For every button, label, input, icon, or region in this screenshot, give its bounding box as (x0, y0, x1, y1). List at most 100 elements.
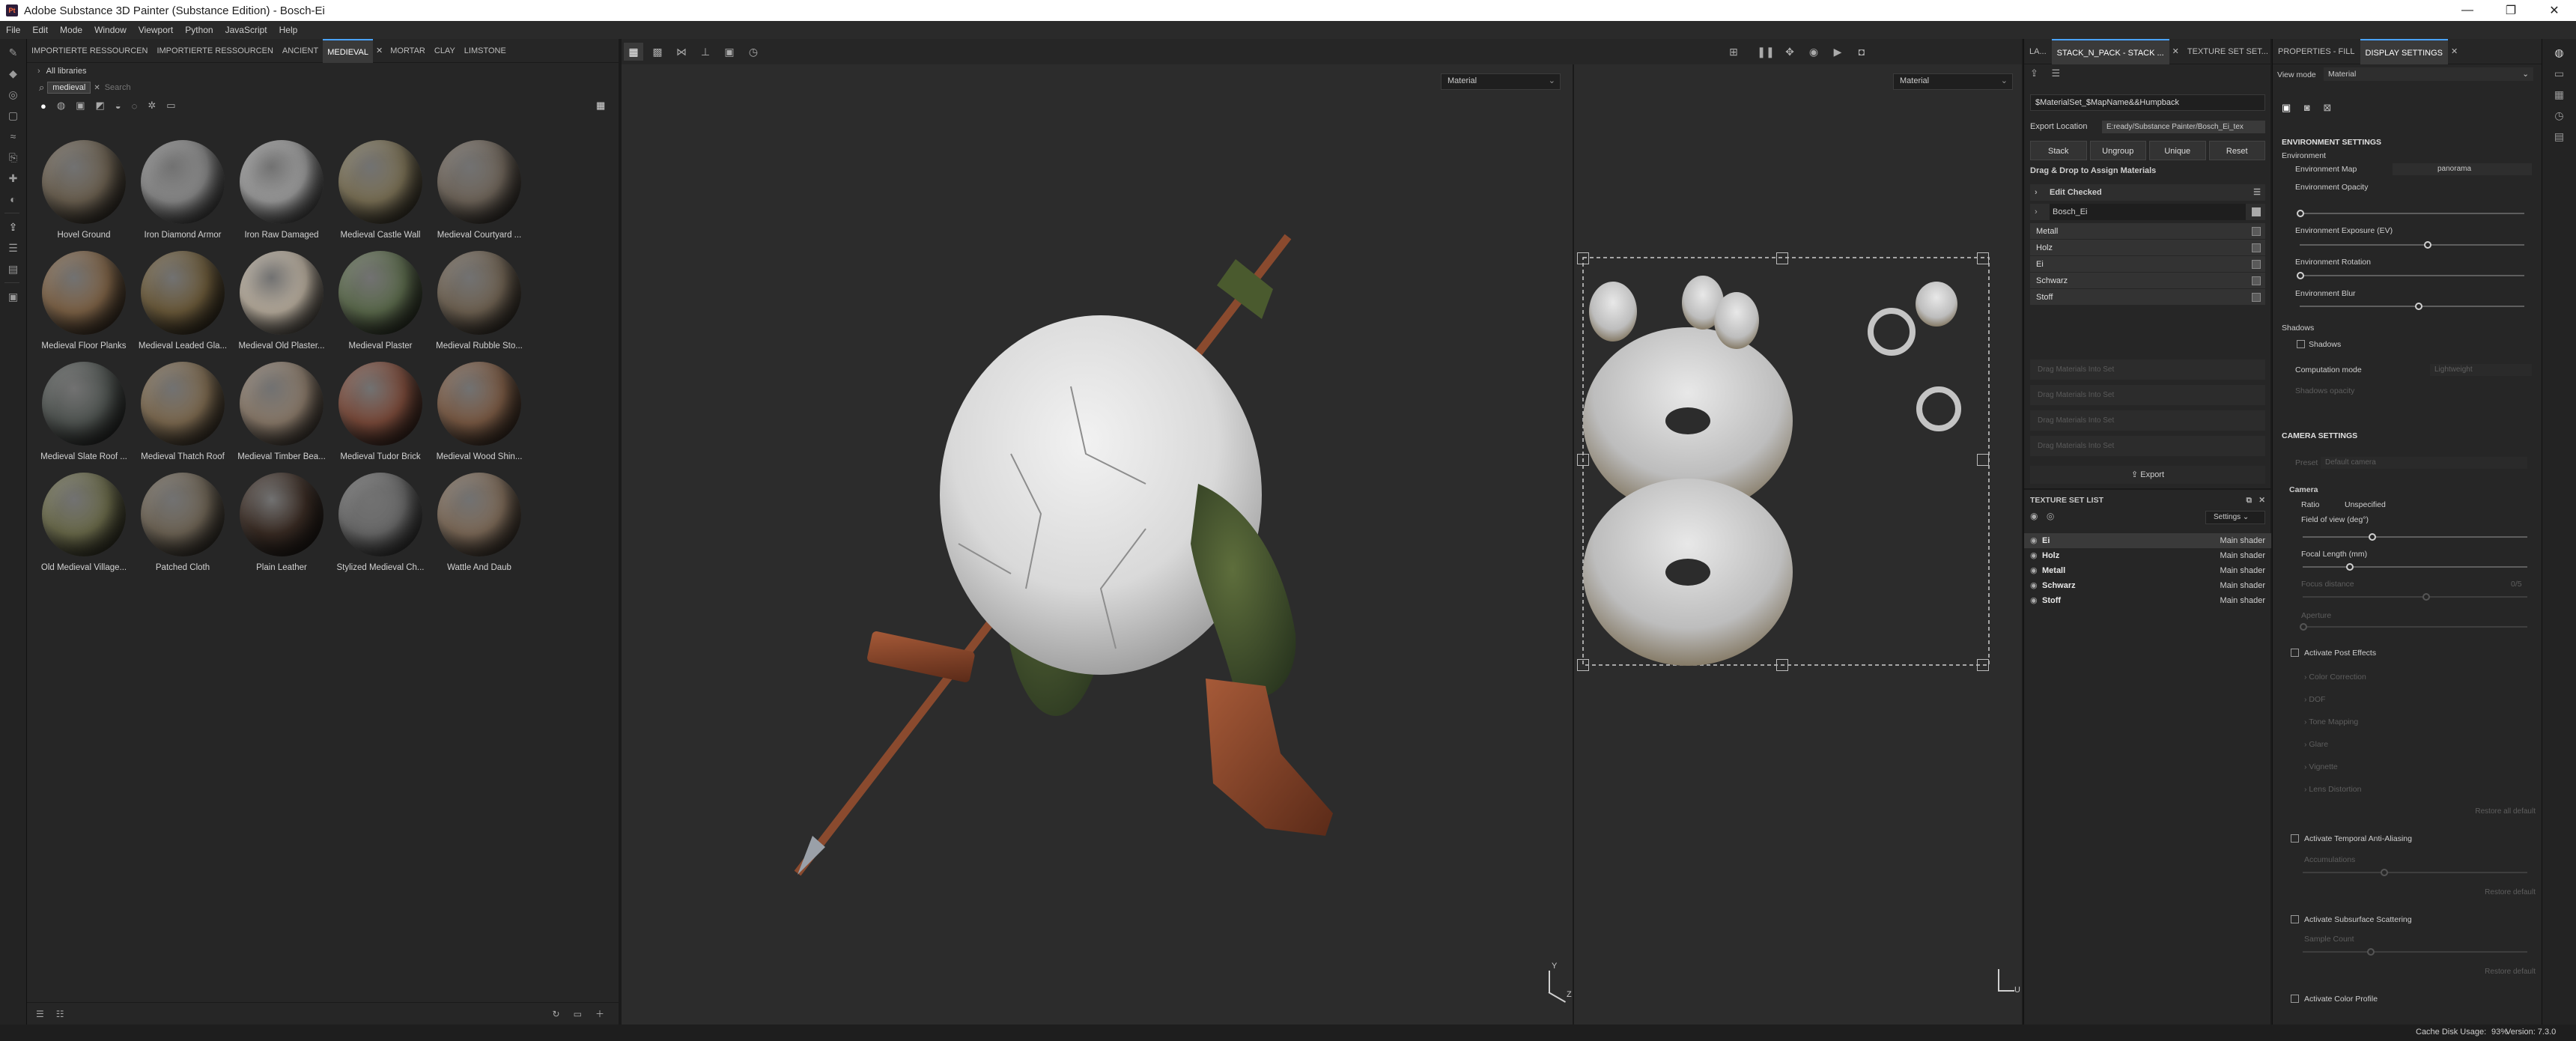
shader-select[interactable]: Main shader (2220, 593, 2265, 608)
screenshot-icon[interactable]: ◘ (1852, 43, 1871, 61)
post-effect-item[interactable]: › Glare (2304, 740, 2328, 749)
ratio-value[interactable]: Unspecified (2345, 500, 2386, 509)
post-effects-checkbox[interactable] (2291, 649, 2299, 657)
view-3d-2d-icon[interactable]: ▦ (624, 43, 643, 61)
view-mode-select[interactable]: Material ⌄ (2324, 67, 2533, 81)
material-row[interactable]: Stoff (2030, 289, 2265, 306)
material-filter-icon[interactable]: ◍ (57, 100, 65, 112)
material-tile[interactable]: Medieval Wood Shin... (430, 362, 529, 467)
menu-python[interactable]: Python (179, 25, 219, 35)
symmetry-icon[interactable]: ⋈ (672, 43, 691, 61)
group-name-field[interactable]: Bosch_Ei (2050, 204, 2246, 220)
focal-length-slider[interactable] (2303, 563, 2527, 571)
camera-orbit-icon[interactable]: ✥ (1780, 43, 1799, 61)
generator-filter-icon[interactable]: ✲ (148, 100, 156, 112)
focus-distance-slider[interactable] (2303, 593, 2527, 601)
shader-select[interactable]: Main shader (2220, 533, 2265, 548)
drop-zone[interactable]: Drag Materials Into Set (2030, 436, 2265, 457)
preset-select[interactable]: Default camera (2321, 457, 2527, 469)
material-tile[interactable]: Wattle And Daub (430, 473, 529, 577)
texture-set-row[interactable]: ◉ Ei Main shader (2024, 533, 2271, 548)
restore-default-button[interactable]: Restore default (2485, 888, 2536, 896)
material-tile[interactable]: Medieval Old Plaster... (232, 251, 331, 356)
material-tile[interactable]: Stylized Medieval Ch... (331, 473, 430, 577)
material-tile[interactable]: Patched Cloth (133, 473, 232, 577)
post-effect-item[interactable]: › DOF (2304, 695, 2326, 704)
close-icon[interactable]: ✕ (2258, 493, 2265, 508)
environment-rotation-slider[interactable] (2297, 272, 2524, 279)
filter-filter-icon[interactable]: ◌ (132, 100, 138, 112)
eye-icon[interactable]: ◉ (2030, 563, 2038, 578)
texture-set-row[interactable]: ◉ Holz Main shader (2024, 548, 2271, 563)
float-icon[interactable]: ⧉ (2247, 493, 2253, 508)
menu-viewport[interactable]: Viewport (133, 25, 179, 35)
display-settings-icon[interactable]: ◍ (2552, 45, 2567, 60)
post-effect-item[interactable]: › Tone Mapping (2304, 717, 2358, 726)
eye-icon[interactable]: ◉ (2030, 533, 2038, 548)
drop-zone[interactable]: Drag Materials Into Set (2030, 410, 2265, 431)
menu-edit[interactable]: Edit (26, 25, 54, 35)
accumulations-slider[interactable] (2303, 869, 2527, 876)
material-tile[interactable]: Medieval Tudor Brick (331, 362, 430, 467)
history-icon[interactable]: ◷ (744, 43, 763, 61)
close-tab-icon[interactable]: ✕ (2169, 39, 2182, 64)
computation-mode-select[interactable]: Lightweight (2430, 364, 2532, 376)
visibility-toggle-icon[interactable]: ◉ (2030, 511, 2038, 521)
environment-exposure-slider[interactable] (2300, 241, 2524, 249)
environment-opacity-slider[interactable] (2297, 210, 2524, 217)
list-icon[interactable]: ☰ (2052, 67, 2061, 79)
tab-imported-2[interactable]: IMPORTIERTE RESSOURCEN (152, 39, 277, 63)
restore-all-button[interactable]: Restore all default (2475, 807, 2536, 816)
export-button[interactable]: ⇪ Export (2030, 466, 2265, 484)
texture-filter-icon[interactable]: ▣ (76, 100, 85, 112)
viewport-divider[interactable] (1573, 64, 1574, 1025)
env-filter-icon[interactable]: ▭ (166, 100, 175, 112)
list-settings-icon[interactable]: ☰ (36, 1009, 44, 1019)
group-checkbox[interactable] (2252, 207, 2261, 216)
post-effect-item[interactable]: › Lens Distortion (2304, 785, 2361, 794)
settings-select[interactable]: Settings ⌄ (2205, 511, 2265, 524)
eye-icon[interactable]: ◉ (2030, 593, 2038, 608)
color-profile-checkbox[interactable] (2291, 995, 2299, 1003)
uv-handle[interactable] (1776, 252, 1788, 264)
smart-material-filter-icon[interactable]: ◒ (115, 100, 121, 112)
unique-button[interactable]: Unique (2149, 141, 2206, 160)
texture-icon[interactable]: ⊞ (1724, 43, 1743, 61)
library-row[interactable]: › All libraries (27, 63, 619, 79)
frame-icon[interactable]: ▣ (720, 43, 739, 61)
menu-help[interactable]: Help (273, 25, 304, 35)
uv-handle[interactable] (1977, 252, 1989, 264)
material-tile[interactable]: Medieval Thatch Roof (133, 362, 232, 467)
export-icon[interactable]: ⇪ (2030, 67, 2038, 79)
environment-blur-slider[interactable] (2300, 303, 2524, 310)
material-tile[interactable]: Medieval Castle Wall (331, 140, 430, 245)
menu-window[interactable]: Window (88, 25, 133, 35)
fov-slider[interactable] (2303, 533, 2527, 541)
render-icon[interactable]: ◉ (1804, 43, 1823, 61)
tab-stack-n-pack[interactable]: STACK_N_PACK - STACK ... (2051, 38, 2169, 64)
uv-handle[interactable] (1577, 454, 1589, 466)
aperture-slider[interactable] (2300, 623, 2527, 631)
material-tile[interactable]: Plain Leather (232, 473, 331, 577)
tab-mortar[interactable]: MORTAR (386, 39, 430, 63)
post-effect-item[interactable]: › Vignette (2304, 762, 2338, 771)
material-tile[interactable]: Medieval Timber Bea... (232, 362, 331, 467)
tab-texture-set-settings[interactable]: TEXTURE SET SET... (2182, 39, 2273, 64)
minimize-button[interactable]: — (2446, 0, 2489, 21)
stack-icon[interactable]: ☰ (6, 240, 21, 255)
list-filter-icon[interactable]: ☷ (56, 1009, 64, 1019)
menu-javascript[interactable]: JavaScript (219, 25, 273, 35)
material-row[interactable]: Holz (2030, 240, 2265, 256)
tab-medieval[interactable]: MEDIEVAL (323, 38, 373, 63)
shader-select[interactable]: Main shader (2220, 578, 2265, 593)
edit-checked-row[interactable]: Edit Checked › ☰ (2030, 184, 2265, 201)
material-tile[interactable]: Hovel Ground (34, 140, 133, 245)
stack-button[interactable]: Stack (2030, 141, 2087, 160)
eye-icon[interactable]: ◉ (2030, 578, 2038, 593)
reset-button[interactable]: Reset (2208, 141, 2265, 160)
close-button[interactable]: ✕ (2533, 0, 2576, 21)
all-filter-icon[interactable]: ● (40, 100, 46, 112)
layers-icon[interactable]: ▤ (6, 261, 21, 276)
tab-layers[interactable]: LA... (2024, 39, 2052, 64)
ungroup-button[interactable]: Ungroup (2089, 141, 2146, 160)
